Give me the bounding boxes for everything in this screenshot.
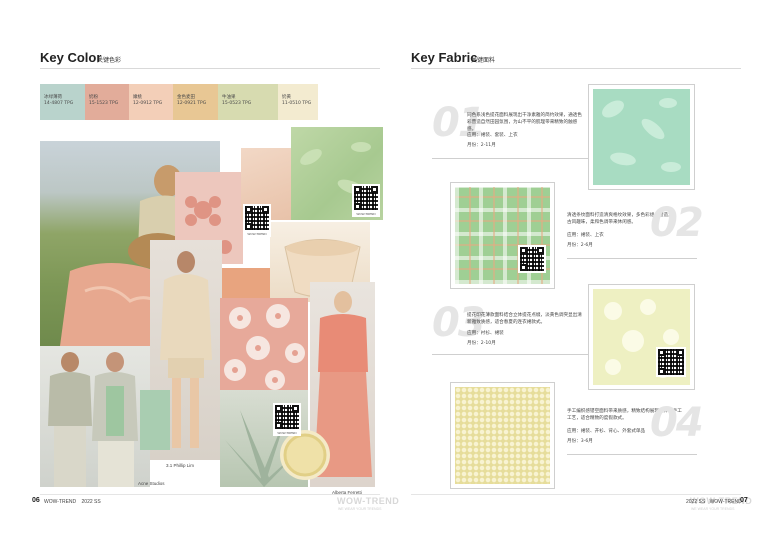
credit-acne-studios: Acne Studios: [138, 481, 165, 486]
left-footer-brand: WOW-TREND 2022 SS: [44, 499, 101, 505]
qr-code[interactable]: [656, 347, 686, 377]
right-watermark-tagline: WE WEAR YOUR TRENDS: [691, 507, 735, 511]
swatch-code: 15-0523 TPG: [222, 101, 252, 106]
fabric-month: 月份：2-10月: [467, 341, 496, 346]
swatch-gold: 金色麦田 12-0921 TPG: [173, 84, 218, 120]
photo-pink-daisy-lace: [220, 298, 308, 390]
footer-brand: WOW-TREND: [709, 499, 742, 505]
left-page-title: Key Color: [40, 50, 102, 65]
left-header-rule: [40, 68, 380, 69]
qr-code[interactable]: [518, 245, 546, 273]
swatch-peach: 嫩桃 12-0912 TPG: [129, 84, 173, 120]
swatch-code: 11-0510 TPG: [282, 101, 312, 106]
right-header-rule: [411, 68, 741, 69]
swatch-cream: 奶黄 11-0510 TPG: [278, 84, 318, 120]
fabric-swatch-crochet-mesh: [450, 382, 555, 489]
swatch-code: 15-1523 TPG: [89, 101, 119, 106]
left-page-number: 06: [32, 497, 40, 504]
fabric-rule: [432, 158, 590, 159]
photo-two-models: [40, 346, 150, 487]
qr-code[interactable]: WOW-TREND: [273, 403, 301, 436]
right-page-subtitle: 关键面料: [471, 57, 496, 64]
left-page-subtitle: 关键色彩: [97, 57, 122, 64]
left-footer-rule: [40, 494, 380, 495]
photo-green-print: [140, 390, 170, 450]
fabric-month: 月份：3-6月: [567, 439, 593, 444]
left-watermark-tagline: WE WEAR YOUR TRENDS: [338, 507, 382, 511]
fabric-month: 月份：2-11月: [467, 143, 496, 148]
fabric-number: 02: [650, 200, 704, 246]
photo-citrus-slice: [280, 430, 330, 480]
right-footer-brand: 2022 SS WOW-TREND: [686, 499, 742, 505]
footer-season: 2022 SS: [81, 499, 101, 505]
swatch-avocado: 牛油果 15-0523 TPG: [218, 84, 278, 120]
lemon-slice-icon: [283, 433, 327, 477]
fabric-use: 应用：裙装、上衣: [567, 233, 604, 238]
fabric-number: 04: [650, 400, 704, 446]
fabric-rule: [567, 258, 697, 259]
fabric-use: 应用：裙装、开衫、背心、外套式单品: [567, 429, 646, 434]
swatch-pink: 奶粉 15-1523 TPG: [85, 84, 129, 120]
footer-season: 2022 SS: [686, 499, 706, 505]
right-footer-rule: [411, 494, 741, 495]
fabric-use: 应用：裙装、套装、上衣: [467, 133, 518, 138]
qr-caption: WOW-TREND: [243, 232, 271, 237]
qr-caption: WOW-TREND: [352, 212, 380, 217]
swatch-code: 12-0921 TPG: [177, 101, 207, 106]
swatch-mint: 冰绿薄荷 14-4807 TPG: [40, 84, 85, 120]
credit-phillip-lim: 3.1 Phillip Lim: [166, 463, 195, 468]
fabric-description: 提花印花薄款面料结合立体提花点缀，淡黄色调突显出清新雅致质感，适合春夏的连衣裙款…: [467, 313, 582, 325]
swatch-code: 12-0912 TPG: [133, 101, 163, 106]
fabric-swatch-mint-jacquard: [588, 84, 695, 190]
leaf-jacquard-pattern-icon: [602, 98, 681, 172]
qr-caption: WOW-TREND: [273, 431, 301, 436]
fabric-description: 同色系浅色提花面料展现出干净素雅的简约效果，通透色彩营造自然田园氛围，为山不平的…: [467, 113, 582, 132]
right-page-title: Key Fabric: [411, 50, 478, 65]
fabric-rule: [567, 454, 697, 455]
right-page-number: 07: [740, 497, 748, 504]
swatch-code: 14-4807 TPG: [44, 101, 74, 106]
left-watermark-logo: WOW-TREND: [337, 496, 400, 506]
qr-code[interactable]: WOW-TREND: [352, 184, 380, 217]
footer-brand: WOW-TREND: [44, 499, 77, 505]
fabric-use: 应用：衬衫、裙装: [467, 331, 504, 336]
photo-orange-cloth: [220, 268, 270, 298]
daisy-pattern-icon: [224, 304, 305, 390]
fabric-rule: [432, 354, 590, 355]
fabric-month: 月份：2-6月: [567, 243, 593, 248]
qr-code[interactable]: WOW-TREND: [243, 204, 271, 237]
models-illustration: [48, 352, 138, 487]
